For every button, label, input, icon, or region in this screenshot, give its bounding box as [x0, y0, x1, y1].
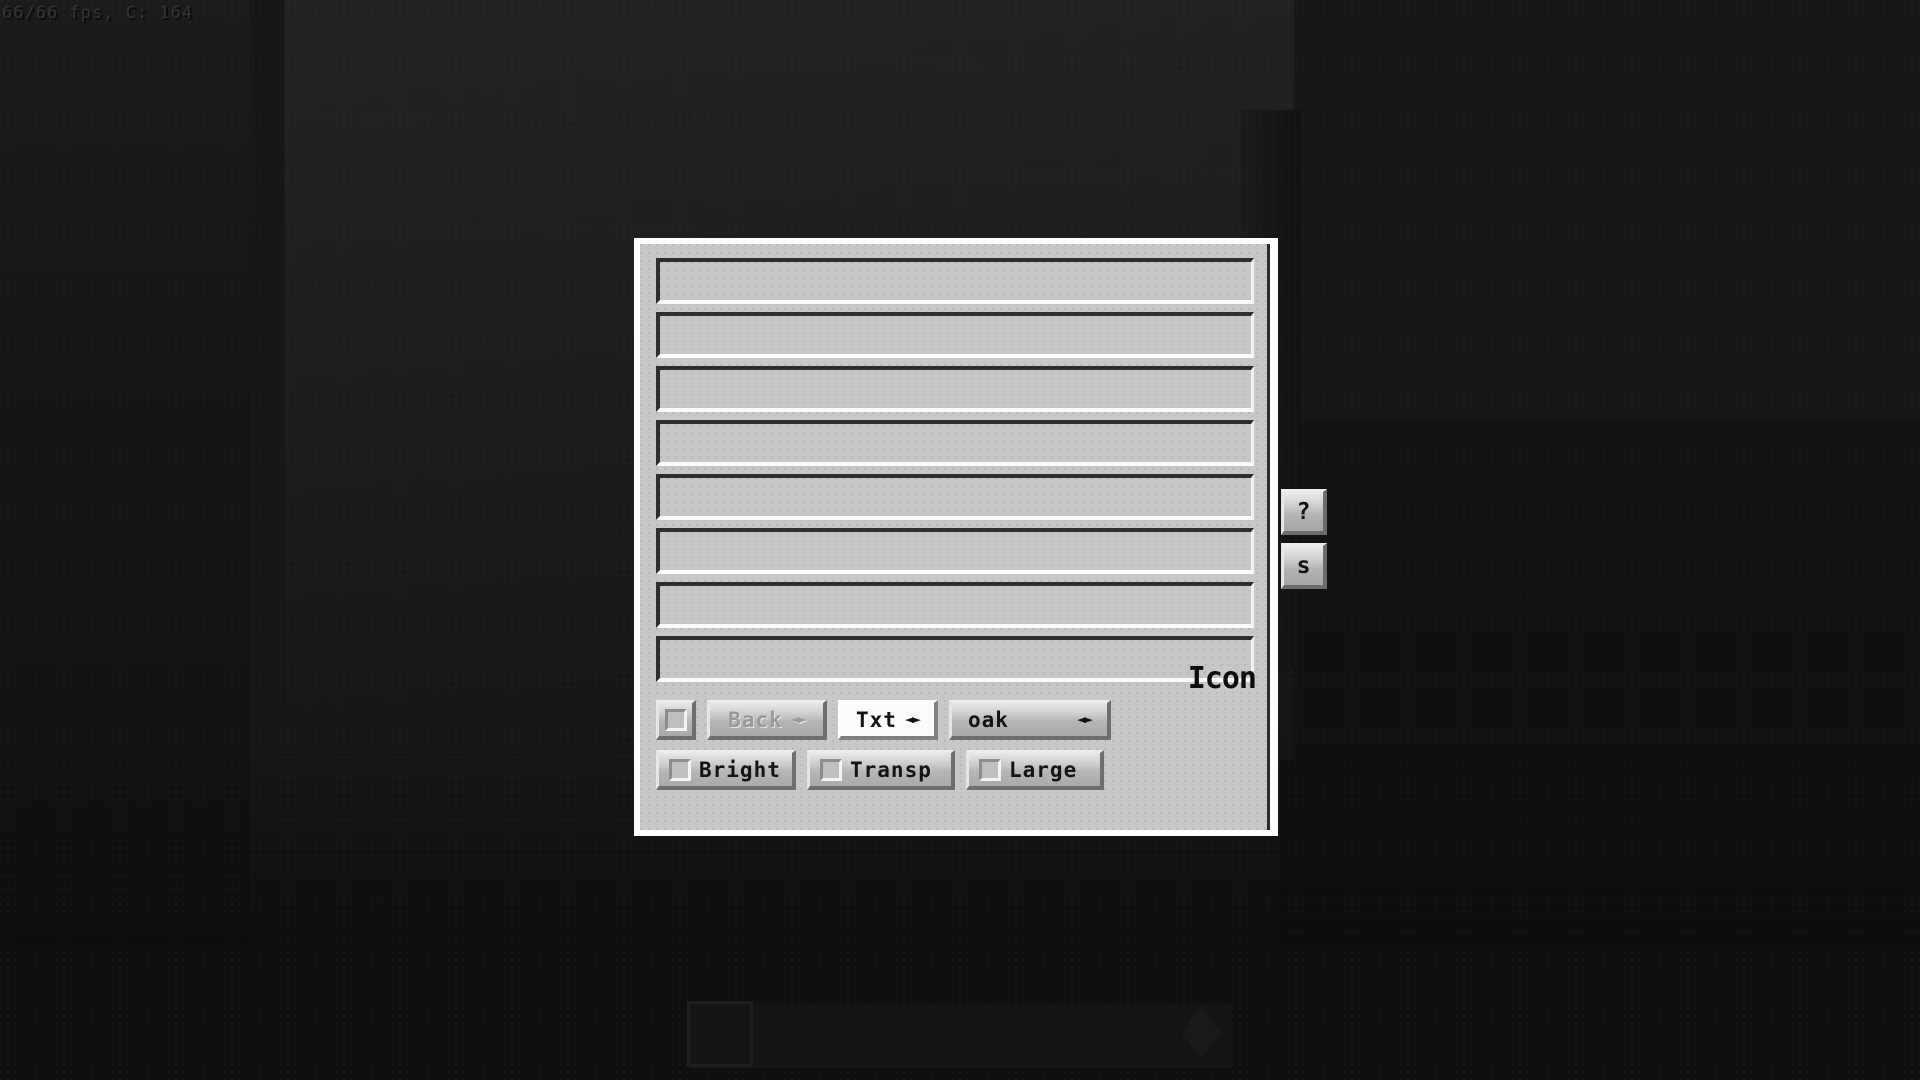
back-button[interactable]: Back ◄►: [707, 700, 827, 740]
text-field-list: [656, 258, 1254, 682]
fps-overlay: 66/66 fps, C: 164: [2, 3, 193, 23]
wood-type-selector[interactable]: oak ◄►: [949, 700, 1111, 740]
transparent-toggle-button[interactable]: Transp: [807, 750, 955, 790]
text-field-row-6[interactable]: [656, 528, 1254, 574]
bright-toggle-button[interactable]: Bright: [656, 750, 796, 790]
side-tab-group: ? s: [1281, 489, 1327, 589]
hotbar-slot[interactable]: [751, 1005, 811, 1065]
hotbar-slot[interactable]: [931, 1005, 991, 1065]
hotbar-slot[interactable]: [1111, 1005, 1171, 1065]
text-field-row-8[interactable]: [656, 636, 1254, 682]
checkbox-icon: [669, 758, 691, 781]
checkbox-icon: [820, 758, 842, 781]
left-right-arrows-icon: ◄►: [904, 710, 921, 728]
text-field-row-7[interactable]: [656, 582, 1254, 628]
large-toggle-button[interactable]: Large: [966, 750, 1104, 790]
control-row-toggles: Bright Transp Large: [656, 750, 1254, 790]
dialog-body: Back ◄► Txt ◄► oak ◄► Icon Bright Transp…: [640, 244, 1270, 830]
bright-toggle-label: Bright: [699, 757, 781, 782]
left-right-arrows-icon: ◄►: [790, 710, 807, 728]
left-right-arrows-icon: ◄►: [1076, 710, 1093, 728]
text-field-row-2[interactable]: [656, 312, 1254, 358]
game-screen: 66/66 fps, C: 164 Back ◄► Txt ◄► oak ◄► …: [0, 0, 1920, 1080]
hotbar-slot[interactable]: [687, 1001, 753, 1067]
large-toggle-label: Large: [1009, 757, 1078, 782]
hotbar-item-icon: [1181, 1007, 1221, 1059]
hotbar-slot[interactable]: [1171, 1005, 1231, 1065]
icon-label: Icon: [1187, 661, 1257, 696]
text-field-row-4[interactable]: [656, 420, 1254, 466]
page-checkbox-button[interactable]: [656, 700, 696, 740]
text-field-row-5[interactable]: [656, 474, 1254, 520]
hotbar-selection-highlight: [687, 1001, 753, 1067]
help-tab-button[interactable]: ?: [1281, 489, 1327, 535]
settings-tab-button[interactable]: s: [1281, 543, 1327, 589]
wood-type-label: oak: [968, 707, 1009, 732]
checkbox-icon: [979, 758, 1001, 781]
checkbox-icon: [664, 708, 687, 731]
hotbar-slot[interactable]: [871, 1005, 931, 1065]
text-field-row-3[interactable]: [656, 366, 1254, 412]
sign-editor-dialog: Back ◄► Txt ◄► oak ◄► Icon Bright Transp…: [634, 238, 1278, 836]
control-row-primary: Back ◄► Txt ◄► oak ◄► Icon: [656, 661, 1257, 740]
hotbar-slot[interactable]: [811, 1005, 871, 1065]
hotbar-slot[interactable]: [991, 1005, 1051, 1065]
txt-button-label: Txt: [856, 707, 897, 732]
transp-toggle-label: Transp: [850, 757, 932, 782]
text-field-row-1[interactable]: [656, 258, 1254, 304]
back-button-label: Back: [728, 707, 783, 732]
control-panel: Back ◄► Txt ◄► oak ◄► Icon Bright Transp…: [656, 661, 1257, 790]
hotbar[interactable]: [687, 1001, 1232, 1068]
hotbar-slot[interactable]: [1051, 1005, 1111, 1065]
txt-mode-button[interactable]: Txt ◄►: [838, 700, 938, 740]
